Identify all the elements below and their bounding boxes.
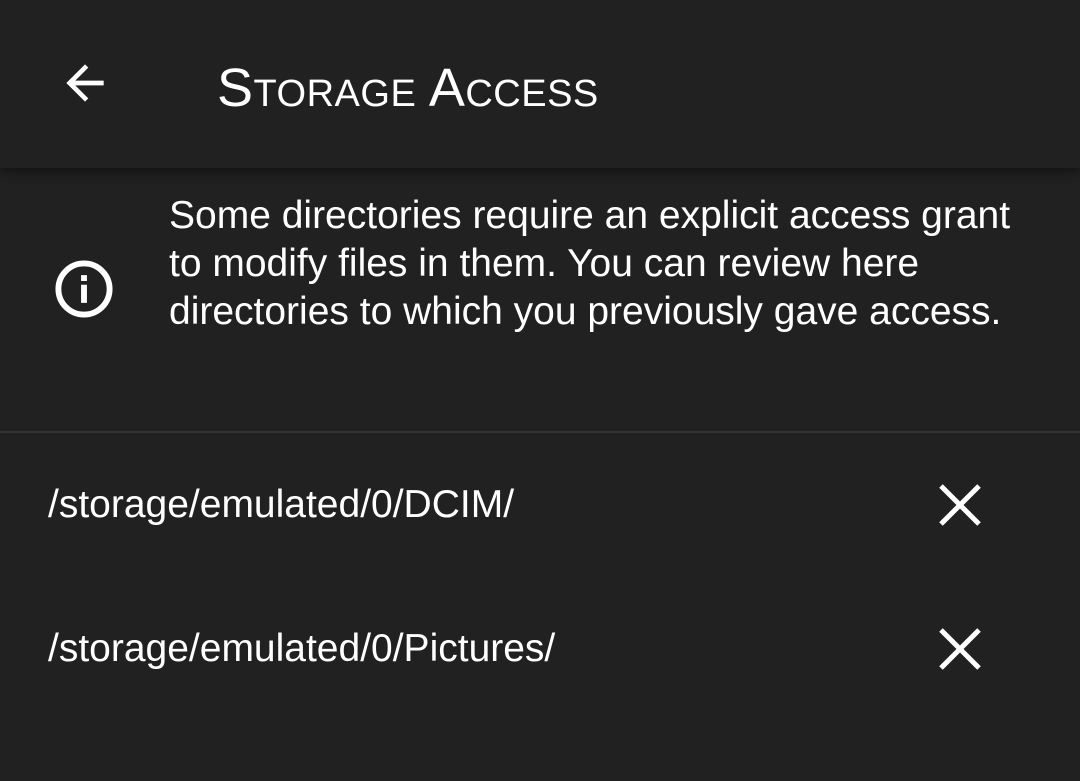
directory-list: /storage/emulated/0/DCIM/ /storage/emula… [0, 433, 1080, 721]
close-icon [939, 484, 981, 526]
info-text: Some directories require an explicit acc… [169, 194, 1011, 333]
close-icon [939, 628, 981, 670]
remove-access-button[interactable] [915, 460, 1005, 550]
page-title: Storage Access [217, 58, 599, 118]
remove-access-button[interactable] [915, 604, 1005, 694]
info-section: Some directories require an explicit acc… [0, 168, 1080, 432]
list-item: /storage/emulated/0/DCIM/ [0, 433, 1080, 577]
arrow-back-icon [66, 64, 104, 102]
info-icon [52, 257, 116, 321]
list-item: /storage/emulated/0/Pictures/ [0, 577, 1080, 721]
directory-path: /storage/emulated/0/Pictures/ [48, 627, 556, 670]
back-button[interactable] [40, 38, 130, 128]
directory-path: /storage/emulated/0/DCIM/ [48, 483, 515, 526]
app-bar: Storage Access [0, 0, 1080, 168]
